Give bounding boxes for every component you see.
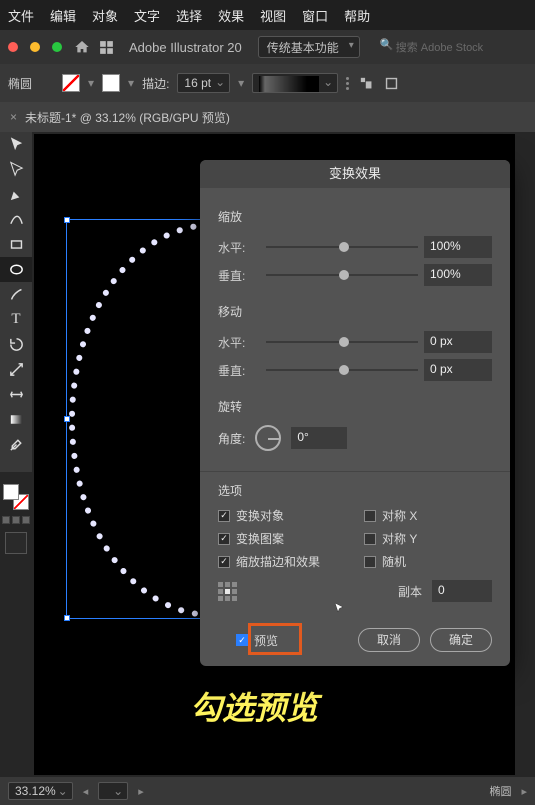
move-v-input[interactable]: 0 px	[424, 359, 492, 381]
menubar: 文件 编辑 对象 文字 选择 效果 视图 窗口 帮助	[0, 0, 535, 30]
section-rotate: 旋转	[218, 398, 492, 415]
tool-rect[interactable]	[0, 232, 32, 257]
arrange-docs-icon[interactable]	[98, 39, 115, 56]
stock-search[interactable]: 搜索 Adobe Stock	[380, 39, 527, 55]
move-h-slider[interactable]	[266, 335, 418, 349]
scale-v-label: 垂直:	[218, 267, 260, 284]
move-h-input[interactable]: 0 px	[424, 331, 492, 353]
separator	[200, 471, 510, 472]
tool-direct-select[interactable]	[0, 157, 32, 182]
scale-v-slider[interactable]	[266, 268, 418, 282]
zoom-dropdown[interactable]: 33.12%	[8, 782, 73, 800]
transform-effect-dialog: 变换效果 缩放 水平: 100% 垂直: 100% 移动 水平: 0 px 垂直…	[200, 160, 510, 666]
tool-type[interactable]: T	[0, 307, 32, 332]
angle-dial[interactable]	[255, 425, 281, 451]
preview-checkbox[interactable]: ✓预览	[236, 632, 278, 649]
tool-gradient[interactable]	[0, 407, 32, 432]
opt-transform-objects[interactable]: ✓变换对象	[218, 507, 346, 524]
cursor-icon	[333, 600, 345, 616]
tool-brush[interactable]	[0, 282, 32, 307]
opt-random[interactable]: 随机	[364, 553, 492, 570]
tool-pen[interactable]	[0, 182, 32, 207]
window-max-icon[interactable]	[52, 42, 62, 52]
toolbox: T	[0, 132, 32, 472]
section-options: 选项	[218, 482, 492, 499]
menu-effect[interactable]: 效果	[218, 6, 244, 25]
tool-rotate[interactable]	[0, 332, 32, 357]
tool-scale[interactable]	[0, 357, 32, 382]
artboard-dropdown[interactable]	[98, 782, 128, 800]
workspace-dropdown[interactable]: 传统基本功能	[258, 36, 360, 58]
move-v-slider[interactable]	[266, 363, 418, 377]
menu-type[interactable]: 文字	[134, 6, 160, 25]
menu-obj[interactable]: 对象	[92, 6, 118, 25]
window-close-icon[interactable]	[8, 42, 18, 52]
stroke-swatch[interactable]	[102, 74, 120, 92]
fill-swatch[interactable]	[62, 74, 80, 92]
annotation-text: 勾选预览	[190, 683, 318, 729]
section-move: 移动	[218, 303, 492, 320]
copies-input[interactable]: 0	[432, 580, 492, 602]
app-bar: Adobe Illustrator 20 传统基本功能 搜索 Adobe Sto…	[0, 30, 535, 64]
menu-help[interactable]: 帮助	[344, 6, 370, 25]
selection-label: 椭圆	[8, 75, 32, 92]
stroke-label: 描边:	[142, 75, 169, 92]
doc-title: 未标题-1* @ 33.12% (RGB/GPU 预览)	[25, 109, 230, 126]
app-name: Adobe Illustrator 20	[129, 40, 242, 55]
scale-h-label: 水平:	[218, 239, 260, 256]
section-scale: 缩放	[218, 208, 492, 225]
status-shape: 椭圆	[489, 783, 511, 799]
menu-select[interactable]: 选择	[176, 6, 202, 25]
move-h-label: 水平:	[218, 334, 260, 351]
stroke-weight-dropdown[interactable]: 16 pt	[177, 73, 230, 93]
angle-input[interactable]: 0°	[291, 427, 347, 449]
opt-reflect-y[interactable]: 对称 Y	[364, 530, 492, 547]
dialog-title: 变换效果	[200, 160, 510, 188]
align-icon[interactable]	[358, 75, 375, 92]
tool-width[interactable]	[0, 382, 32, 407]
home-icon[interactable]	[74, 39, 90, 55]
window-min-icon[interactable]	[30, 42, 40, 52]
toolbox-swatches	[0, 480, 32, 556]
control-bar: 椭圆 ▾ ▾ 描边: 16 pt ▾	[0, 64, 535, 102]
document-tab[interactable]: × 未标题-1* @ 33.12% (RGB/GPU 预览)	[0, 102, 535, 132]
transform-icon[interactable]	[383, 75, 400, 92]
menu-file[interactable]: 文件	[8, 6, 34, 25]
tool-curvature[interactable]	[0, 207, 32, 232]
reference-point[interactable]	[218, 582, 237, 601]
menu-edit[interactable]: 编辑	[50, 6, 76, 25]
close-tab-icon[interactable]: ×	[10, 110, 17, 124]
copies-label: 副本	[398, 583, 422, 600]
tool-selection[interactable]	[0, 132, 32, 157]
menu-window[interactable]: 窗口	[302, 6, 328, 25]
opt-reflect-x[interactable]: 对称 X	[364, 507, 492, 524]
opt-scale-strokes[interactable]: ✓缩放描边和效果	[218, 553, 346, 570]
menu-view[interactable]: 视图	[260, 6, 286, 25]
ok-button[interactable]: 确定	[430, 628, 492, 652]
status-bar: 33.12% ◂ ▸ 椭圆 ▸	[0, 777, 535, 805]
move-v-label: 垂直:	[218, 362, 260, 379]
scale-h-input[interactable]: 100%	[424, 236, 492, 258]
opt-transform-patterns[interactable]: ✓变换图案	[218, 530, 346, 547]
fill-stroke-control[interactable]	[3, 484, 29, 510]
tool-ellipse[interactable]	[0, 257, 32, 282]
scale-v-input[interactable]: 100%	[424, 264, 492, 286]
angle-label: 角度:	[218, 430, 245, 447]
scale-h-slider[interactable]	[266, 240, 418, 254]
tool-eyedropper[interactable]	[0, 432, 32, 457]
draw-mode-icon[interactable]	[5, 532, 27, 554]
artboard-next-icon[interactable]: ▸	[138, 785, 144, 798]
cancel-button[interactable]: 取消	[358, 628, 420, 652]
highlight-box	[248, 623, 302, 655]
more-divider	[346, 75, 350, 92]
stroke-profile-dropdown[interactable]	[252, 73, 338, 93]
artboard-prev-icon[interactable]: ◂	[83, 785, 89, 798]
